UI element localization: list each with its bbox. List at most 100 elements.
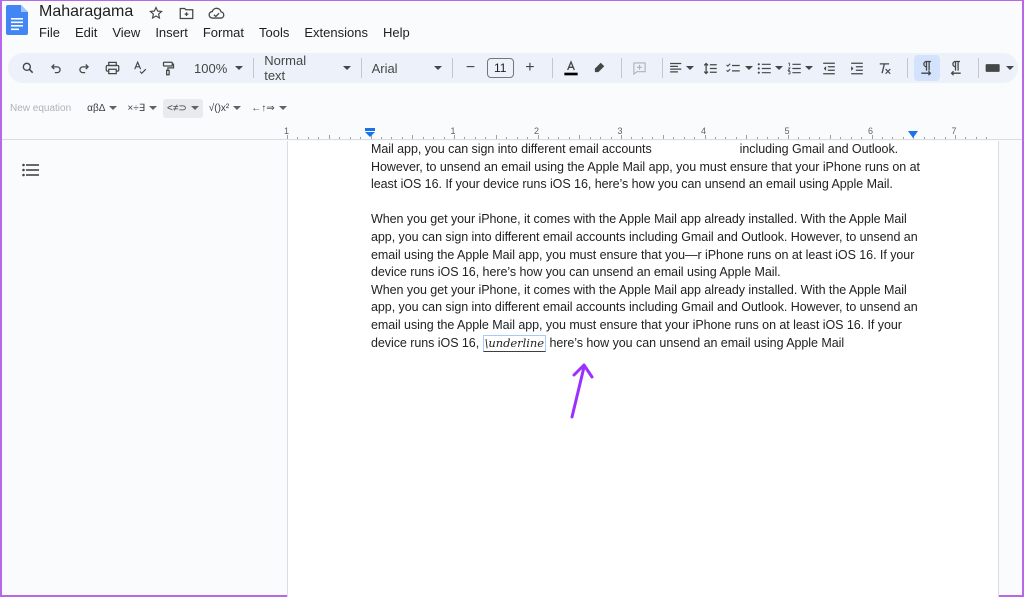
print-icon [105, 61, 119, 75]
document-title[interactable]: Maharagama [39, 3, 133, 21]
ruler-tick [934, 137, 936, 139]
spelling-check-button[interactable] [128, 55, 152, 81]
new-equation-button[interactable]: New equation [10, 103, 71, 114]
ruler-tick [297, 137, 299, 139]
bulleted-list-dropdown[interactable] [757, 55, 783, 81]
font-size-input[interactable]: 11 [486, 58, 514, 78]
undo-button[interactable] [44, 55, 68, 81]
right-to-left-button[interactable] [944, 55, 968, 81]
font-dropdown[interactable]: Arial [368, 61, 446, 76]
menu-bar: File Edit View Insert Format Tools Exten… [39, 25, 425, 40]
ruler-tick [537, 135, 539, 139]
print-button[interactable] [100, 55, 124, 81]
ruler-tick [349, 137, 351, 139]
line-spacing-button[interactable] [698, 55, 722, 81]
chevron-down-icon [278, 106, 287, 110]
ruler-tick [756, 137, 758, 139]
text-color-icon [564, 60, 578, 76]
horizontal-ruler[interactable]: 11234567 [2, 126, 1022, 140]
ruler-tick [944, 137, 946, 139]
ruler-tick [610, 137, 612, 139]
math-operators-dropdown[interactable]: √()x² [205, 99, 245, 118]
ruler-tick [547, 137, 549, 139]
menu-format[interactable]: Format [203, 25, 251, 40]
ruler-tick [694, 137, 696, 139]
increase-font-size-button[interactable]: + [518, 55, 542, 81]
redo-button[interactable] [72, 55, 96, 81]
chevron-down-icon [235, 66, 244, 70]
menu-file[interactable]: File [39, 25, 67, 40]
chevron-down-icon [744, 66, 753, 70]
ruler-tick [673, 137, 675, 139]
increase-indent-button[interactable] [845, 55, 869, 81]
document-page[interactable]: Mail app, you can sign into different em… [287, 141, 999, 597]
paragraph: Mail app, you can sign into different em… [371, 141, 921, 194]
ruler-tick [808, 137, 810, 139]
ruler-tick [589, 137, 591, 139]
menu-edit[interactable]: Edit [75, 25, 104, 40]
add-comment-button[interactable] [628, 55, 652, 81]
paint-format-button[interactable] [156, 55, 180, 81]
checklist-dropdown[interactable] [726, 55, 753, 81]
move-to-folder-icon[interactable] [177, 4, 195, 22]
left-indent-marker-icon[interactable] [365, 128, 375, 137]
arrows-label: ←↑⇒ [251, 102, 275, 114]
ruler-tick [339, 137, 341, 139]
ruler-tick [495, 135, 497, 139]
chevron-down-icon [190, 106, 199, 110]
decrease-indent-button[interactable] [817, 55, 841, 81]
menu-view[interactable]: View [112, 25, 147, 40]
chevron-down-icon [686, 66, 695, 70]
paragraph-text: Mail app, you can sign into different em… [371, 142, 652, 156]
main-toolbar: 100% Normal text Arial − 11 + [8, 53, 1018, 83]
ruler-tick [902, 137, 904, 139]
ruler-tick [986, 137, 988, 139]
menu-help[interactable]: Help [383, 25, 417, 40]
numbered-list-dropdown[interactable] [787, 55, 814, 81]
zoom-dropdown[interactable]: 100% [190, 61, 247, 76]
equation-chip[interactable]: \underline [482, 334, 546, 352]
ruler-tick [975, 137, 977, 139]
cloud-saved-icon[interactable] [207, 4, 225, 22]
ruler-tick [892, 137, 894, 139]
clear-formatting-button[interactable] [873, 55, 897, 81]
app-header: Maharagama File Edit View Insert Format … [2, 1, 1022, 49]
decrease-font-size-button[interactable]: − [459, 55, 483, 81]
ruler-tick [485, 137, 487, 139]
text-color-button[interactable] [559, 55, 583, 81]
decrease-indent-icon [823, 62, 836, 74]
relations-dropdown[interactable]: <≠⊃ [163, 98, 203, 118]
document-body[interactable]: Mail app, you can sign into different em… [371, 141, 921, 352]
menu-insert[interactable]: Insert [155, 25, 195, 40]
align-dropdown[interactable] [669, 55, 695, 81]
search-menus-button[interactable] [16, 55, 40, 81]
misc-operations-dropdown[interactable]: ×÷∃ [123, 99, 161, 118]
chevron-down-icon [433, 66, 442, 70]
input-tools-dropdown[interactable] [985, 55, 1014, 81]
ruler-tick [777, 137, 779, 139]
ruler-tick [621, 135, 622, 139]
ruler-tick [464, 137, 466, 139]
paragraph-style-dropdown[interactable]: Normal text [260, 53, 354, 83]
paragraph-text: However, to unsend an email using the Ap… [371, 159, 920, 192]
paragraph-style-value: Normal text [264, 53, 307, 83]
highlight-color-button[interactable] [587, 55, 611, 81]
left-to-right-button[interactable] [914, 55, 940, 81]
right-indent-marker-icon[interactable] [908, 131, 918, 138]
align-left-icon [669, 62, 682, 73]
ruler-tick [840, 137, 842, 139]
toolbar-divider [451, 58, 453, 78]
menu-extensions[interactable]: Extensions [304, 25, 375, 40]
misc-operations-label: ×÷∃ [127, 102, 146, 114]
arrows-dropdown[interactable]: ←↑⇒ [247, 99, 290, 118]
ruler-tick [850, 137, 852, 139]
menu-tools[interactable]: Tools [259, 25, 296, 40]
document-outline-icon[interactable] [22, 163, 40, 177]
star-icon[interactable] [147, 4, 165, 22]
chevron-down-icon [805, 66, 814, 70]
ruler-tick [579, 135, 581, 139]
ruler-tick [380, 137, 382, 139]
google-docs-logo-icon[interactable] [6, 5, 28, 35]
greek-letters-dropdown[interactable]: αβΔ [83, 99, 121, 118]
ruler-tick [923, 137, 925, 139]
